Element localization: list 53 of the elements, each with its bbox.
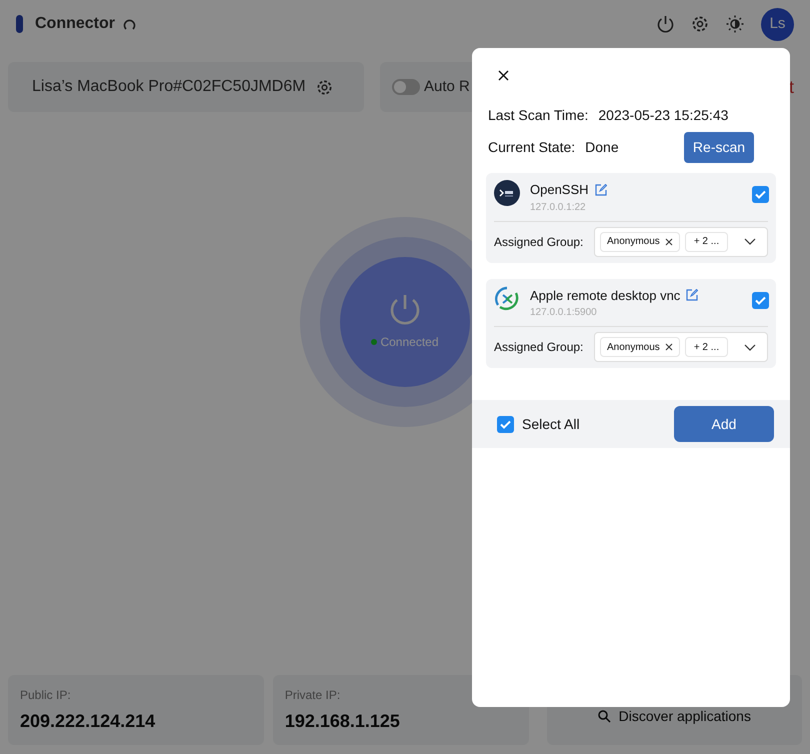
- settings-icon[interactable]: [691, 15, 709, 33]
- app-name: OpenSSH: [530, 181, 589, 199]
- select-all-label: Select All: [522, 414, 580, 434]
- status-label: Connected: [380, 334, 439, 351]
- device-name: Lisa’s MacBook Pro#C02FC50JMD6M: [32, 77, 306, 97]
- power-icon: [388, 293, 422, 327]
- brand-bar-icon: [16, 15, 23, 33]
- close-icon[interactable]: [498, 70, 509, 81]
- checkbox[interactable]: [752, 186, 769, 203]
- checkbox[interactable]: [497, 416, 514, 432]
- app-title: Connector: [35, 14, 115, 34]
- checkbox[interactable]: [752, 292, 769, 308]
- power-icon[interactable]: [657, 15, 674, 33]
- toggle-switch[interactable]: [392, 79, 420, 95]
- remote-desktop-logo-icon: [494, 286, 520, 312]
- group-select[interactable]: Anonymous + 2 ...: [594, 226, 768, 256]
- remove-icon[interactable]: [664, 238, 673, 246]
- check-icon: [755, 296, 766, 304]
- remove-icon[interactable]: [664, 343, 673, 351]
- scan-time-label: Last Scan Time:: [488, 106, 588, 125]
- app-name: Apple remote desktop vnc: [530, 286, 680, 305]
- ip-value: 192.168.1.125: [284, 710, 401, 732]
- state-value: Done: [585, 138, 619, 157]
- action-link[interactable]: t: [788, 74, 794, 100]
- ip-label: Private IP:: [284, 686, 342, 704]
- app-address: 127.0.0.1:22: [530, 200, 587, 214]
- user-avatar[interactable]: Ls: [761, 8, 794, 40]
- refresh-icon[interactable]: [123, 18, 136, 30]
- more-tag: + 2 ...: [684, 232, 728, 252]
- terminal-logo-icon: [494, 180, 520, 206]
- group-tag: Anonymous: [600, 337, 680, 357]
- group-tag: Anonymous: [600, 232, 680, 252]
- chevron-down-icon: [744, 238, 756, 245]
- state-label: Current State:: [488, 138, 576, 157]
- app-address: 127.0.0.1:5900: [530, 306, 598, 320]
- search-icon: [598, 710, 611, 723]
- group-select[interactable]: Anonymous + 2 ...: [594, 332, 768, 362]
- check-icon: [755, 190, 766, 199]
- settings-icon[interactable]: [316, 78, 333, 96]
- brightness-icon[interactable]: [726, 15, 744, 33]
- rescan-button[interactable]: Re-scan: [684, 132, 754, 163]
- scan-time-value: 2023-05-23 15:25:43: [598, 106, 728, 125]
- group-label: Assigned Group:: [494, 339, 584, 356]
- toggle-label: Auto R: [424, 76, 470, 97]
- check-icon: [500, 420, 511, 428]
- edit-icon[interactable]: [594, 184, 607, 196]
- more-tag: + 2 ...: [684, 337, 728, 357]
- add-button[interactable]: Add: [674, 406, 774, 442]
- chevron-down-icon: [744, 344, 756, 350]
- edit-icon[interactable]: [686, 289, 698, 302]
- group-label: Assigned Group:: [494, 234, 584, 250]
- ip-label: Public IP:: [20, 686, 72, 704]
- ip-value: 209.222.124.214: [20, 710, 156, 732]
